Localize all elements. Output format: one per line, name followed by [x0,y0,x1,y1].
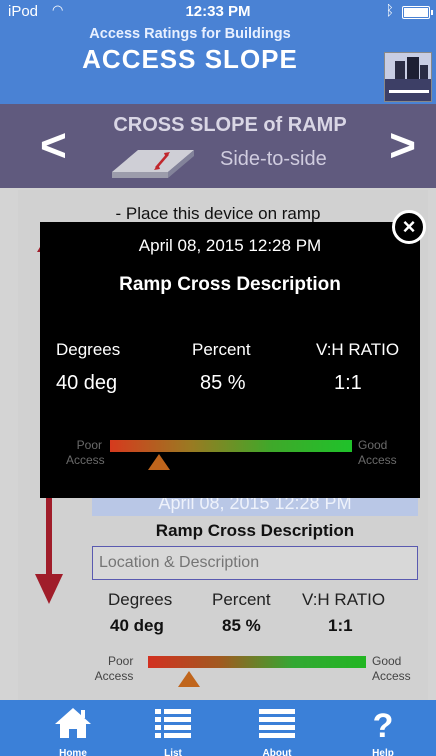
tab-about[interactable]: About [232,700,322,756]
clock: 12:33 PM [185,3,251,20]
modal-percent-value: 85 % [200,372,246,394]
access-rating-bar [148,656,366,668]
home-icon [55,708,91,738]
modal-degrees-value: 40 deg [56,372,118,394]
modal-access-rating-bar [110,440,352,452]
record-description: Ramp Cross Description [155,521,355,540]
logo-ramp-icon [389,90,429,93]
ratio-label: V:H RATIO [302,590,386,609]
degrees-value: 40 deg [110,616,164,635]
poor-access-label: Poor Access [95,654,134,684]
status-bar: iPod ◠ 12:33 PM ᛒ [0,0,436,24]
cross-slope-ramp-icon [112,150,194,178]
modal-percent-label: Percent [192,340,251,359]
app-logo[interactable] [384,52,432,102]
measurement-nav: < CROSS SLOPE of RAMP Side-to-side > [0,104,436,188]
percent-label: Percent [212,590,271,609]
measurement-title: CROSS SLOPE of RAMP [113,114,347,136]
poor-word: Poor [108,654,134,668]
good-access-label: Good Access [372,654,411,684]
good-word: Good [372,654,402,668]
app-header: iPod ◠ 12:33 PM ᛒ Access Ratings for Bui… [0,0,436,104]
access-word: Access [372,669,411,683]
modal-poor-access-label: Poor Access [66,438,105,468]
ratio-value: 1:1 [328,616,353,635]
tab-about-label: About [262,748,292,756]
modal-date: April 08, 2015 12:28 PM [138,236,322,255]
modal-degrees-label: Degrees [56,340,121,359]
app-subtitle: Access Ratings for Buildings [89,26,291,42]
previous-measurement-button[interactable]: < [40,122,67,168]
page-title: ACCESS SLOPE [82,44,298,74]
poor-word: Poor [76,438,102,452]
next-measurement-button[interactable]: > [389,122,416,168]
modal-description: Ramp Cross Description [119,274,341,295]
location-description-input[interactable] [92,546,418,580]
list-icon [155,709,191,738]
logo-building-icon [395,61,405,79]
access-word: Access [94,669,134,683]
access-word: Access [358,453,397,467]
tab-help[interactable]: ? Help [338,700,428,756]
tab-list-label: List [164,748,182,756]
percent-value: 85 % [222,616,261,635]
battery-icon [402,6,433,19]
help-icon: ? [373,707,394,740]
logo-building-icon [420,65,428,79]
measurement-subtitle: Side-to-side [220,148,327,170]
svg-text:?: ? [373,707,394,740]
close-icon[interactable]: × [392,210,426,244]
measurement-result-modal: April 08, 2015 12:28 PM Ramp Cross Descr… [40,222,420,498]
tab-home[interactable]: Home [28,700,118,756]
modal-ratio-value: 1:1 [334,372,362,394]
modal-ratio-label: V:H RATIO [316,340,400,359]
degrees-label: Degrees [108,590,173,609]
menu-icon [259,709,295,738]
tab-bar: Home List About ? Help [0,700,436,756]
modal-good-access-label: Good Access [358,438,397,468]
bluetooth-icon: ᛒ [385,2,394,18]
good-word: Good [358,438,388,452]
access-word: Access [66,453,105,467]
tab-home-label: Home [59,748,87,756]
tab-help-label: Help [372,748,394,756]
tab-list[interactable]: List [128,700,218,756]
modal-rating-marker-icon [148,454,170,470]
logo-building-icon [407,57,419,79]
instruction-text: - Place this device on ramp [115,204,321,223]
rating-marker-icon [178,671,200,687]
